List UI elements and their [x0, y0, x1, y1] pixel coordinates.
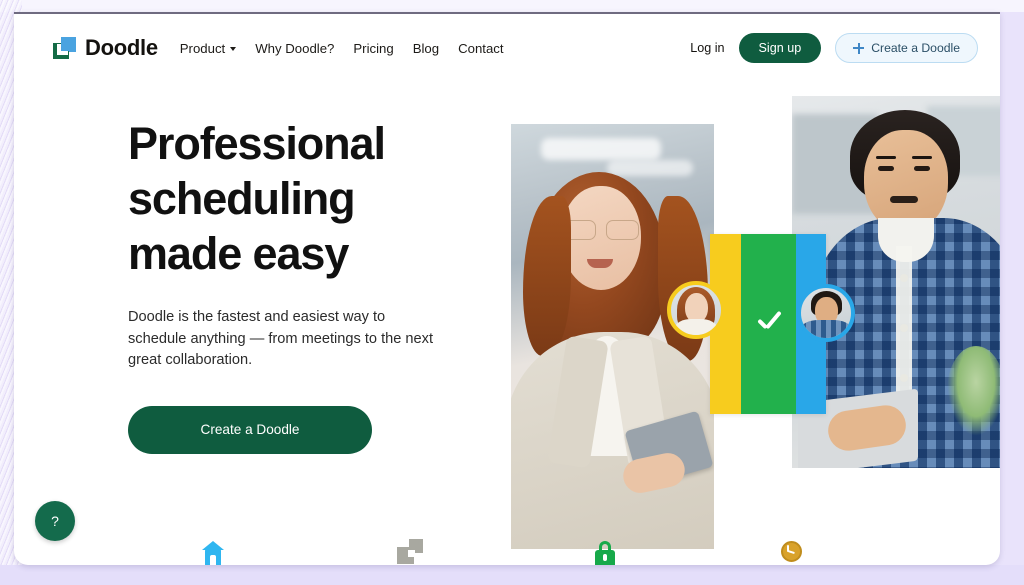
avatar-woman [667, 281, 725, 339]
hero-content: Professional scheduling made easy Doodle… [128, 116, 498, 454]
hero-subtitle: Doodle is the fastest and easiest way to… [128, 309, 434, 368]
nav-item-product-label: Product [179, 40, 226, 56]
hero-image-collage [497, 84, 1000, 549]
nav-item-product[interactable]: Product [179, 40, 237, 56]
bottom-lavender-bar [0, 565, 1024, 585]
hero-heading-line-1: Professional [128, 118, 386, 169]
nav-links: Product Why Doodle? Pricing Blog Contact [180, 41, 504, 56]
copy-icon[interactable] [397, 539, 423, 565]
main-navigation: Doodle Product Why Doodle? Pricing Blog … [14, 14, 1000, 82]
hero-heading-line-2: scheduling [128, 173, 356, 224]
plus-icon [853, 42, 865, 54]
browser-page: Doodle Product Why Doodle? Pricing Blog … [14, 12, 1000, 565]
chevron-down-icon [230, 47, 237, 51]
home-icon[interactable] [200, 539, 226, 565]
signup-button[interactable]: Sign up [738, 33, 822, 63]
avatar-man [797, 284, 855, 342]
nav-item-why-doodle[interactable]: Why Doodle? [255, 41, 334, 56]
doodle-squares-logo-icon [53, 37, 76, 59]
lock-icon[interactable] [592, 539, 618, 565]
brand-logo[interactable]: Doodle [53, 35, 158, 61]
clock-icon[interactable] [778, 539, 804, 565]
create-doodle-cta-button[interactable]: Create a Doodle [128, 405, 372, 454]
nav-actions: Log in Sign up Create a Doodle [690, 33, 978, 63]
nav-item-blog[interactable]: Blog [413, 41, 439, 56]
bottom-icon-row [14, 527, 1000, 565]
nav-item-pricing[interactable]: Pricing [353, 41, 393, 56]
bar-green [741, 234, 796, 414]
checkmark-icon [754, 309, 784, 339]
page-title: Professional scheduling made easy [128, 116, 498, 281]
hero-heading-line-3: made easy [128, 228, 349, 279]
brand-name: Doodle [85, 35, 158, 60]
top-strip [0, 0, 1024, 12]
login-link[interactable]: Log in [690, 41, 724, 55]
create-doodle-nav-button[interactable]: Create a Doodle [835, 33, 978, 63]
nav-item-contact[interactable]: Contact [458, 41, 503, 56]
create-doodle-nav-label: Create a Doodle [871, 41, 960, 55]
